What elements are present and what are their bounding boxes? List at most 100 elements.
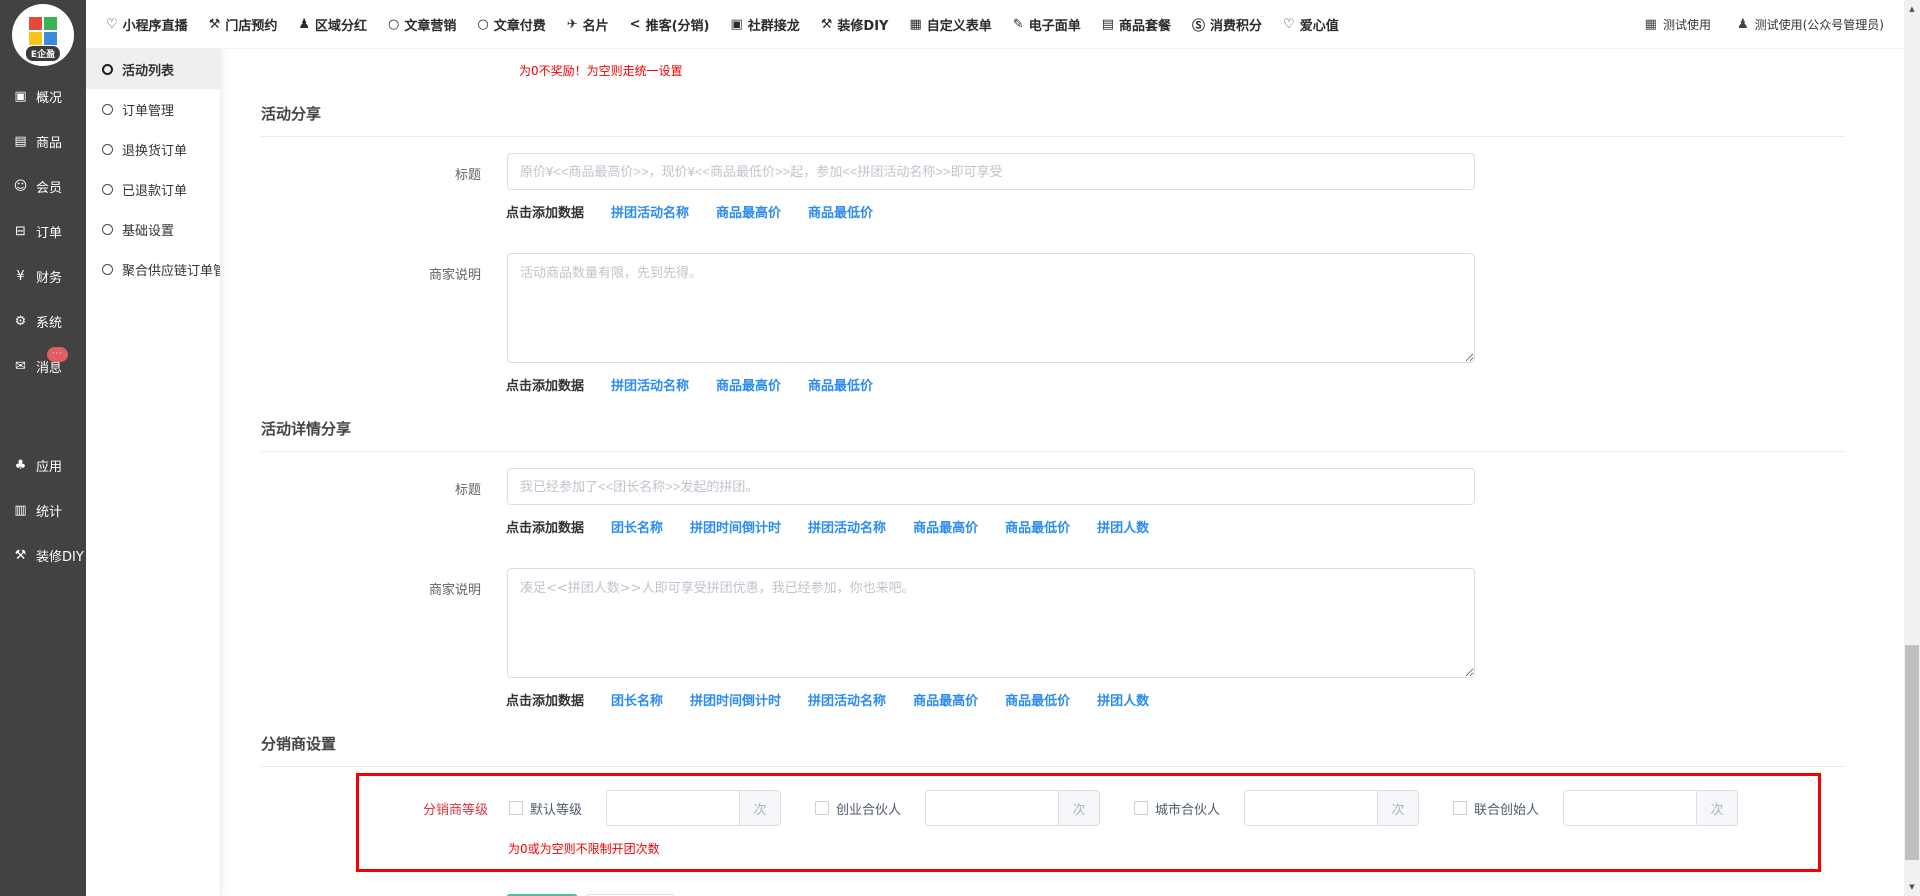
detail-title-input[interactable] xyxy=(507,468,1475,505)
city-partner-checkbox[interactable] xyxy=(1134,801,1148,815)
sidebar-item-finance[interactable]: ¥ 财务 xyxy=(0,254,86,299)
link-leader-name[interactable]: 团长名称 xyxy=(611,690,663,709)
test-account-switcher[interactable]: ▦ 测试使用 xyxy=(1645,16,1711,33)
heart-icon: ♡ xyxy=(1283,17,1295,32)
link-group-size[interactable]: 拼团人数 xyxy=(1097,517,1149,536)
sidebar-item-statistics[interactable]: ▥ 统计 xyxy=(0,488,86,533)
radio-circle-icon xyxy=(102,264,113,275)
subnav-item-label: 退换货订单 xyxy=(122,140,187,159)
detail-desc-label: 商家说明 xyxy=(261,568,481,678)
link-group-size[interactable]: 拼团人数 xyxy=(1097,690,1149,709)
sidebar-item-orders[interactable]: ⊟ 订单 xyxy=(0,209,86,254)
subnav-item-refunded-orders[interactable]: 已退款订单 xyxy=(86,169,220,209)
subnav-item-label: 订单管理 xyxy=(122,100,174,119)
main-sidebar: E企盈 ▣ 概况 ▤ 商品 ☺ 会员 ⊟ 订单 ¥ 财务 xyxy=(0,0,86,896)
cofounder-times-input[interactable] xyxy=(1563,790,1696,826)
sidebar-item-members[interactable]: ☺ 会员 xyxy=(0,164,86,209)
sidebar-item-goods[interactable]: ▤ 商品 xyxy=(0,119,86,164)
share-title-input[interactable] xyxy=(507,153,1475,190)
subnav-item-return-orders[interactable]: 退换货订单 xyxy=(86,129,220,169)
link-max-price[interactable]: 商品最高价 xyxy=(716,375,781,394)
nav-item-custom-form[interactable]: ▦ 自定义表单 xyxy=(909,15,991,34)
nav-item-product-bundle[interactable]: ▤ 商品套餐 xyxy=(1102,15,1171,34)
startup-partner-checkbox[interactable] xyxy=(815,801,829,815)
edit-note-icon: ✎ xyxy=(1013,17,1024,32)
detail-desc-textarea[interactable] xyxy=(507,568,1475,678)
link-max-price[interactable]: 商品最高价 xyxy=(913,690,978,709)
sidebar-item-label: 会员 xyxy=(36,177,62,196)
scroll-up-arrow-icon[interactable]: ▲ xyxy=(1904,1,1920,17)
link-activity-name[interactable]: 拼团活动名称 xyxy=(808,690,886,709)
sidebar-item-overview[interactable]: ▣ 概况 xyxy=(0,74,86,119)
link-min-price[interactable]: 商品最低价 xyxy=(1005,517,1070,536)
image-icon: ▣ xyxy=(730,17,742,32)
share-desc-textarea[interactable] xyxy=(507,253,1475,363)
nav-item-love-value[interactable]: ♡ 爱心值 xyxy=(1283,15,1339,34)
nav-item-region-dividend[interactable]: ♟ 区域分红 xyxy=(298,15,367,34)
subnav-item-basic-settings[interactable]: 基础设置 xyxy=(86,209,220,249)
sidebar-item-messages[interactable]: ✉ 消息 ··· xyxy=(0,344,86,389)
default-level-checkbox[interactable] xyxy=(509,801,523,815)
circle-icon: ○ xyxy=(477,17,488,32)
link-countdown[interactable]: 拼团时间倒计时 xyxy=(690,690,781,709)
subnav-item-order-management[interactable]: 订单管理 xyxy=(86,89,220,129)
top-nav-right: ▦ 测试使用 ♟ 测试使用(公众号管理员) xyxy=(1645,16,1904,33)
heart-icon: ♡ xyxy=(106,17,118,32)
finance-yen-icon: ¥ xyxy=(12,269,29,284)
times-unit-addon: 次 xyxy=(1377,790,1419,826)
link-min-price[interactable]: 商品最低价 xyxy=(1005,690,1070,709)
nav-item-group-chain[interactable]: ▣ 社群接龙 xyxy=(730,15,799,34)
link-max-price[interactable]: 商品最高价 xyxy=(913,517,978,536)
share-desc-row: 商家说明 xyxy=(261,253,1844,363)
nav-item-promoter-distribution[interactable]: < 推客(分销) xyxy=(630,15,710,34)
level-group-city-partner: 城市合伙人 次 xyxy=(1134,790,1419,826)
link-leader-name[interactable]: 团长名称 xyxy=(611,517,663,536)
nav-item-e-waybill[interactable]: ✎ 电子面单 xyxy=(1013,15,1081,34)
link-max-price[interactable]: 商品最高价 xyxy=(716,202,781,221)
sidebar-item-apps[interactable]: ♣ 应用 xyxy=(0,443,86,488)
add-data-label: 点击添加数据 xyxy=(506,202,584,221)
times-limit-warning-text: 为0或为空则不限制开团次数 xyxy=(508,840,1818,857)
scrollbar-thumb[interactable] xyxy=(1905,645,1919,860)
nav-item-article-marketing[interactable]: ○ 文章营销 xyxy=(388,15,456,34)
nav-item-article-paid[interactable]: ○ 文章付费 xyxy=(477,15,545,34)
nav-item-label: 区域分红 xyxy=(315,15,367,34)
link-activity-name[interactable]: 拼团活动名称 xyxy=(611,375,689,394)
subnav-item-activity-list[interactable]: 活动列表 xyxy=(86,49,220,89)
nav-item-consume-points[interactable]: Ⓢ 消费积分 xyxy=(1192,15,1262,34)
share-desc-add-data-row: 点击添加数据 拼团活动名称 商品最高价 商品最低价 xyxy=(506,375,1844,394)
hammer-icon: ⚒ xyxy=(12,548,29,563)
paper-plane-icon: ✈ xyxy=(567,17,578,32)
sidebar-item-decorate-diy[interactable]: ⚒ 装修DIY xyxy=(0,533,86,578)
share-icon: < xyxy=(630,17,641,32)
nav-item-label: 推客(分销) xyxy=(646,15,710,34)
nav-item-decorate-diy[interactable]: ⚒ 装修DIY xyxy=(821,15,889,34)
apps-cluster-icon: ♣ xyxy=(12,458,29,473)
link-activity-name[interactable]: 拼团活动名称 xyxy=(808,517,886,536)
nav-item-store-booking[interactable]: ⚒ 门店预约 xyxy=(209,15,278,34)
sidebar-item-system[interactable]: ⚙ 系统 xyxy=(0,299,86,344)
city-partner-times-input[interactable] xyxy=(1244,790,1377,826)
subnav-item-label: 聚合供应链订单管 xyxy=(122,260,220,279)
nav-item-label: 商品套餐 xyxy=(1119,15,1171,34)
nav-item-miniprogram-live[interactable]: ♡ 小程序直播 xyxy=(106,15,188,34)
scroll-down-arrow-icon[interactable]: ▼ xyxy=(1904,879,1920,895)
nav-item-label: 文章营销 xyxy=(404,15,456,34)
cofounder-checkbox[interactable] xyxy=(1453,801,1467,815)
sidebar-item-label: 装修DIY xyxy=(36,546,84,565)
default-level-times-input[interactable] xyxy=(606,790,739,826)
link-countdown[interactable]: 拼团时间倒计时 xyxy=(690,517,781,536)
link-min-price[interactable]: 商品最低价 xyxy=(808,202,873,221)
link-min-price[interactable]: 商品最低价 xyxy=(808,375,873,394)
section-title-activity-detail-share: 活动详情分享 xyxy=(261,418,1844,452)
admin-app: E企盈 ▣ 概况 ▤ 商品 ☺ 会员 ⊟ 订单 ¥ 财务 xyxy=(0,0,1920,896)
nav-item-business-card[interactable]: ✈ 名片 xyxy=(567,15,609,34)
link-activity-name[interactable]: 拼团活动名称 xyxy=(611,202,689,221)
vertical-scrollbar[interactable]: ▲ ▼ xyxy=(1904,0,1920,896)
nav-item-label: 名片 xyxy=(583,15,609,34)
current-user-menu[interactable]: ♟ 测试使用(公众号管理员) xyxy=(1737,16,1884,33)
radio-circle-icon xyxy=(102,224,113,235)
subnav-item-supply-chain-orders[interactable]: 聚合供应链订单管 xyxy=(86,249,220,289)
sidebar-spacer xyxy=(0,389,86,443)
startup-partner-times-input[interactable] xyxy=(925,790,1058,826)
